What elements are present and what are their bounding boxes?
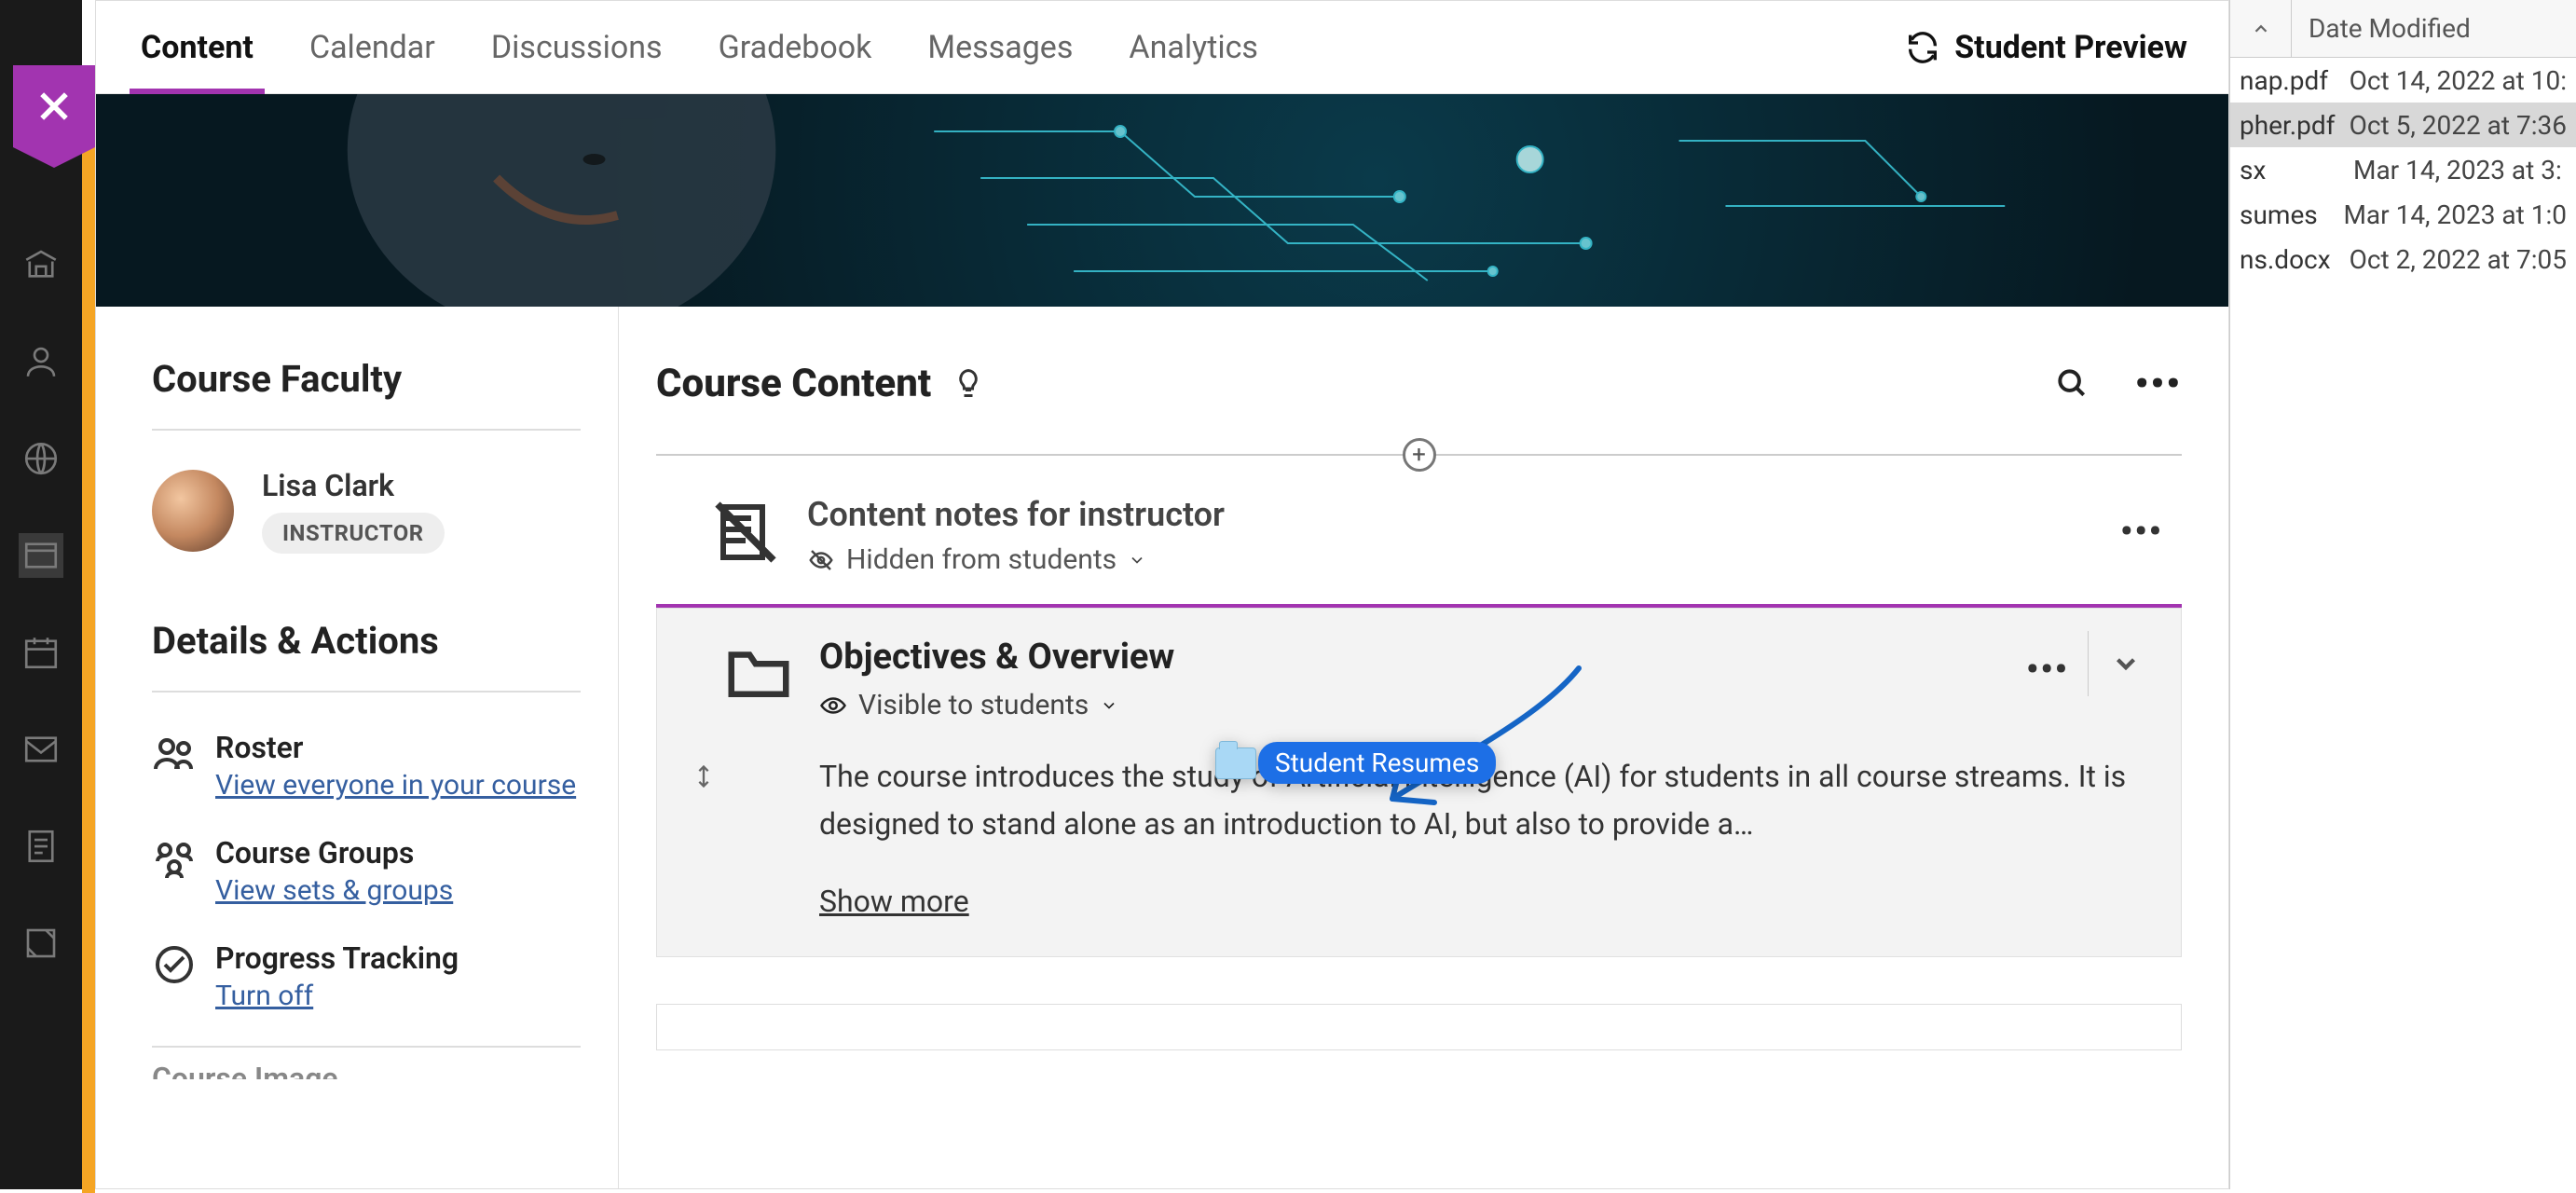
faculty-row: Lisa Clark INSTRUCTOR (152, 468, 581, 554)
profile-icon[interactable] (19, 339, 63, 384)
content-heading: Course Content (656, 361, 931, 406)
groups-action: Course Groups View sets & groups (152, 835, 581, 907)
add-content-button[interactable]: + (1403, 438, 1436, 472)
groups-title: Course Groups (215, 835, 453, 871)
show-more-link[interactable]: Show more (819, 884, 969, 919)
tab-content[interactable]: Content (137, 3, 257, 92)
tab-discussions[interactable]: Discussions (487, 3, 666, 92)
expand-toggle[interactable] (2088, 631, 2162, 696)
close-course-button[interactable] (13, 65, 95, 147)
document-hidden-icon (712, 499, 779, 566)
drag-preview-label: Student Resumes (1258, 742, 1496, 784)
grades-icon[interactable] (19, 824, 63, 869)
tab-gradebook[interactable]: Gradebook (715, 3, 876, 92)
refresh-icon (1904, 29, 1941, 66)
finder-sort-toggle[interactable] (2230, 0, 2292, 57)
calendar-icon[interactable] (19, 630, 63, 675)
roster-action: Roster View everyone in your course (152, 730, 581, 802)
courses-icon[interactable] (19, 533, 63, 578)
finder-column-date[interactable]: Date Modified (2292, 13, 2471, 44)
faculty-role-badge: INSTRUCTOR (262, 513, 445, 554)
close-icon (34, 86, 75, 127)
progress-title: Progress Tracking (215, 940, 459, 976)
progress-link[interactable]: Turn off (215, 980, 313, 1012)
course-content-panel: Course Content ••• + Content notes for i… (618, 307, 2228, 1188)
drag-preview: Student Resumes (1215, 742, 1496, 784)
finder-row[interactable]: pher.pdf Oct 5, 2022 at 7:36 (2230, 103, 2576, 147)
roster-title: Roster (215, 730, 576, 765)
chevron-down-icon (2110, 648, 2142, 679)
search-button[interactable] (2046, 357, 2098, 409)
chevron-down-icon (1128, 551, 1146, 569)
student-preview-label: Student Preview (1954, 29, 2187, 66)
tab-analytics[interactable]: Analytics (1125, 3, 1262, 92)
course-color-edge (82, 75, 95, 1193)
visibility-toggle[interactable]: Hidden from students (807, 543, 1225, 576)
content-item-title: Content notes for instructor (807, 495, 1225, 534)
progress-action: Progress Tracking Turn off (152, 940, 581, 1012)
finder-row[interactable]: sumes Mar 14, 2023 at 1:0 (2230, 192, 2576, 237)
search-icon (2054, 365, 2090, 401)
finder-header: Date Modified (2230, 0, 2576, 58)
course-details-panel: Course Faculty Lisa Clark INSTRUCTOR Det… (96, 307, 618, 1188)
course-image-title: Course Image (152, 1061, 581, 1079)
content-header: Course Content ••• (656, 357, 2182, 409)
course-window: Content Calendar Discussions Gradebook M… (95, 0, 2229, 1189)
eye-icon (819, 692, 847, 720)
lightbulb-icon[interactable] (952, 366, 985, 400)
finder-row[interactable]: nap.pdf Oct 14, 2022 at 10: (2230, 58, 2576, 103)
item-more-button[interactable]: ••• (2120, 512, 2163, 551)
content-placeholder (656, 1004, 2182, 1050)
finder-row[interactable]: ns.docx Oct 2, 2022 at 7:05 (2230, 237, 2576, 281)
eye-off-icon (807, 546, 835, 574)
finder-row[interactable]: sx Mar 14, 2023 at 3: (2230, 147, 2576, 192)
global-nav-rail (0, 0, 82, 1189)
course-banner (96, 94, 2228, 307)
course-tabs: Content Calendar Discussions Gradebook M… (96, 1, 2228, 94)
institution-icon[interactable] (19, 242, 63, 287)
content-item-notes[interactable]: Content notes for instructor Hidden from… (656, 474, 2182, 596)
tab-calendar[interactable]: Calendar (306, 3, 439, 92)
details-heading: Details & Actions (152, 619, 581, 663)
mini-folder-icon (1215, 747, 1256, 779)
roster-link[interactable]: View everyone in your course (215, 769, 576, 802)
course-body: Course Faculty Lisa Clark INSTRUCTOR Det… (96, 307, 2228, 1188)
globe-icon[interactable] (19, 436, 63, 481)
faculty-name: Lisa Clark (262, 468, 445, 503)
roster-icon (152, 732, 197, 776)
chevron-up-icon (2251, 19, 2271, 39)
tools-icon[interactable] (19, 921, 63, 966)
item-more-button[interactable]: ••• (2026, 650, 2069, 689)
avatar (152, 470, 234, 552)
content-more-button[interactable]: ••• (2135, 362, 2182, 405)
chevron-down-icon (1100, 696, 1118, 715)
finder-list: Date Modified nap.pdf Oct 14, 2022 at 10… (2229, 0, 2576, 1189)
drag-handle[interactable] (685, 637, 722, 919)
student-preview-button[interactable]: Student Preview (1904, 29, 2187, 66)
groups-link[interactable]: View sets & groups (215, 874, 453, 907)
folder-icon (722, 637, 795, 709)
messages-icon[interactable] (19, 727, 63, 772)
add-content-divider: + (656, 454, 2182, 456)
groups-icon (152, 837, 197, 882)
faculty-heading: Course Faculty (152, 357, 581, 401)
progress-icon (152, 942, 197, 987)
tab-messages[interactable]: Messages (924, 3, 1076, 92)
